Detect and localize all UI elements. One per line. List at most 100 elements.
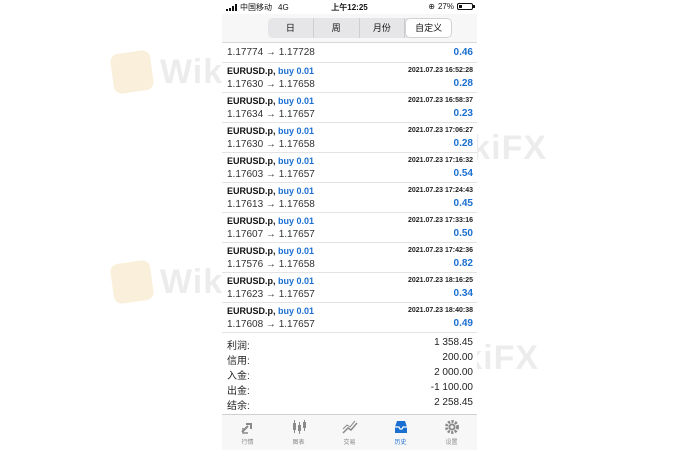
trade-profit: 0.45 — [453, 198, 473, 209]
trade-symbol-name: EURUSD.p, — [227, 276, 276, 286]
trade-row[interactable]: EURUSD.p, buy 0.01 2021.07.23 16:58:37 1.1… — [222, 93, 477, 123]
trade-row[interactable]: EURUSD.p, buy 0.01 2021.07.23 16:52:28 1.1… — [222, 63, 477, 93]
phone-screen: 中国移动 4G 上午12:25 ⊕ 27% 日 周 月份 自定义 1.17774… — [222, 0, 477, 450]
trade-row[interactable]: EURUSD.p, buy 0.01 2021.07.23 17:06:27 1.1… — [222, 123, 477, 153]
trade-profit: 0.23 — [453, 108, 473, 119]
trade-symbol: EURUSD.p, buy 0.01 — [227, 66, 314, 76]
trade-time: 2021.07.23 16:58:37 — [408, 97, 473, 104]
status-bar: 中国移动 4G 上午12:25 ⊕ 27% — [222, 0, 477, 14]
period-segmented-control: 日 周 月份 自定义 — [268, 18, 452, 38]
bottom-tab-bar: 行情 图表 交易 历史 设置 — [222, 414, 477, 450]
tab-trade[interactable]: 交易 — [324, 415, 375, 450]
trade-time: 2021.07.23 17:06:27 — [408, 127, 473, 134]
trade-prices: 1.17630 → 1.17658 — [227, 79, 315, 90]
trade-profit: 0.50 — [453, 228, 473, 239]
trade-symbol: EURUSD.p, buy 0.01 — [227, 156, 314, 166]
tab-quotes-label: 行情 — [241, 440, 254, 446]
trade-prices: 1.17603 → 1.17657 — [227, 169, 315, 180]
trade-symbol-name: EURUSD.p, — [227, 156, 276, 166]
trade-prices: 1.17630 → 1.17658 — [227, 139, 315, 150]
trade-symbol-name: EURUSD.p, — [227, 246, 276, 256]
tab-day[interactable]: 日 — [268, 18, 314, 38]
chart-icon — [292, 420, 306, 434]
tab-chart[interactable]: 图表 — [273, 415, 324, 450]
trade-prices: 1.17634 → 1.17657 — [227, 109, 315, 120]
tab-chart-label: 图表 — [292, 440, 305, 446]
trade-prices: 1.17608 → 1.17657 — [227, 319, 315, 330]
trade-symbol: EURUSD.p, buy 0.01 — [227, 126, 314, 136]
trade-symbol: EURUSD.p, buy 0.01 — [227, 246, 314, 256]
summary-row: 信用: 200.00 — [222, 350, 477, 367]
tab-month[interactable]: 月份 — [360, 18, 406, 38]
tab-custom[interactable]: 自定义 — [406, 19, 451, 37]
trade-row[interactable]: EURUSD.p, buy 0.01 2021.07.23 18:16:25 1.1… — [222, 273, 477, 303]
trade-history-list: 1.17774 → 1.17728 0.46 EURUSD.p, buy 0.0… — [222, 43, 477, 333]
watermark-logo — [109, 259, 155, 305]
trade-profit: 0.82 — [453, 258, 473, 269]
summary-value: 200.00 — [442, 352, 473, 363]
summary-value: 2 000.00 — [434, 367, 473, 378]
trade-symbol: EURUSD.p, buy 0.01 — [227, 276, 314, 286]
trade-profit: 0.46 — [453, 47, 473, 58]
summary-value: 2 258.45 — [434, 397, 473, 408]
battery-percent: 27% — [437, 2, 454, 11]
summary-value: 1 358.45 — [434, 337, 473, 348]
trade-time: 2021.07.23 17:24:43 — [408, 187, 473, 194]
trade-time: 2021.07.23 17:42:36 — [408, 247, 473, 254]
trade-row[interactable]: EURUSD.p, buy 0.01 2021.07.23 18:40:38 1.1… — [222, 303, 477, 333]
battery-icon — [457, 3, 475, 10]
summary-row: 利润: 1 358.45 — [222, 335, 477, 352]
tab-week[interactable]: 周 — [314, 18, 360, 38]
trade-side: buy 0.01 — [278, 96, 315, 106]
summary-value: -1 100.00 — [430, 382, 473, 393]
watermark-logo — [109, 49, 155, 95]
trade-row[interactable]: EURUSD.p, buy 0.01 2021.07.23 17:42:36 1.1… — [222, 243, 477, 273]
trade-side: buy 0.01 — [278, 306, 315, 316]
trade-prices: 1.17774 → 1.17728 — [227, 47, 315, 58]
trade-row[interactable]: EURUSD.p, buy 0.01 2021.07.23 17:33:16 1.1… — [222, 213, 477, 243]
summary-row: 结余: 2 258.45 — [222, 395, 477, 412]
summary-row: 出金: -1 100.00 — [222, 380, 477, 397]
trade-time: 2021.07.23 18:16:25 — [408, 277, 473, 284]
tab-trade-label: 交易 — [343, 440, 356, 446]
trade-side: buy 0.01 — [278, 156, 315, 166]
trade-profit: 0.28 — [453, 78, 473, 89]
account-summary: 利润: 1 358.45 信用: 200.00 入金: 2 000.00 出金: -1 100… — [222, 335, 477, 412]
trade-symbol-name: EURUSD.p, — [227, 126, 276, 136]
trade-side: buy 0.01 — [278, 246, 315, 256]
trade-prices: 1.17613 → 1.17658 — [227, 199, 315, 210]
trade-prices: 1.17576 → 1.17658 — [227, 259, 315, 270]
period-selector-bar: 日 周 月份 自定义 — [222, 14, 477, 43]
trade-symbol: EURUSD.p, buy 0.01 — [227, 96, 314, 106]
trade-side: buy 0.01 — [278, 126, 315, 136]
trade-icon — [341, 420, 358, 434]
trade-side: buy 0.01 — [278, 276, 315, 286]
trade-profit: 0.49 — [453, 318, 473, 329]
trade-profit: 0.34 — [453, 288, 473, 299]
trade-time: 2021.07.23 16:52:28 — [408, 67, 473, 74]
trade-symbol-name: EURUSD.p, — [227, 96, 276, 106]
trade-time: 2021.07.23 17:16:32 — [408, 157, 473, 164]
trade-side: buy 0.01 — [278, 66, 315, 76]
quotes-icon — [240, 423, 252, 434]
trade-profit: 0.54 — [453, 168, 473, 179]
trade-side: buy 0.01 — [278, 186, 315, 196]
tab-settings[interactable]: 设置 — [426, 415, 477, 450]
trade-time: 2021.07.23 18:40:38 — [408, 307, 473, 314]
tab-quotes[interactable]: 行情 — [222, 415, 273, 450]
trade-row[interactable]: EURUSD.p, buy 0.01 2021.07.23 17:24:43 1.1… — [222, 183, 477, 213]
trade-profit: 0.28 — [453, 138, 473, 149]
trade-prices: 1.17623 → 1.17657 — [227, 289, 315, 300]
trade-prices: 1.17607 → 1.17657 — [227, 229, 315, 240]
trade-row[interactable]: EURUSD.p, buy 0.01 2021.07.23 17:16:32 1.1… — [222, 153, 477, 183]
history-icon — [394, 421, 407, 433]
trade-symbol-name: EURUSD.p, — [227, 186, 276, 196]
trade-row[interactable]: 1.17774 → 1.17728 0.46 — [222, 43, 477, 63]
summary-row: 入金: 2 000.00 — [222, 365, 477, 382]
tab-history-label: 历史 — [394, 440, 407, 446]
settings-icon — [444, 420, 459, 434]
trade-symbol: EURUSD.p, buy 0.01 — [227, 216, 314, 226]
trade-symbol-name: EURUSD.p, — [227, 306, 276, 316]
trade-side: buy 0.01 — [278, 216, 315, 226]
tab-history[interactable]: 历史 — [375, 415, 426, 450]
